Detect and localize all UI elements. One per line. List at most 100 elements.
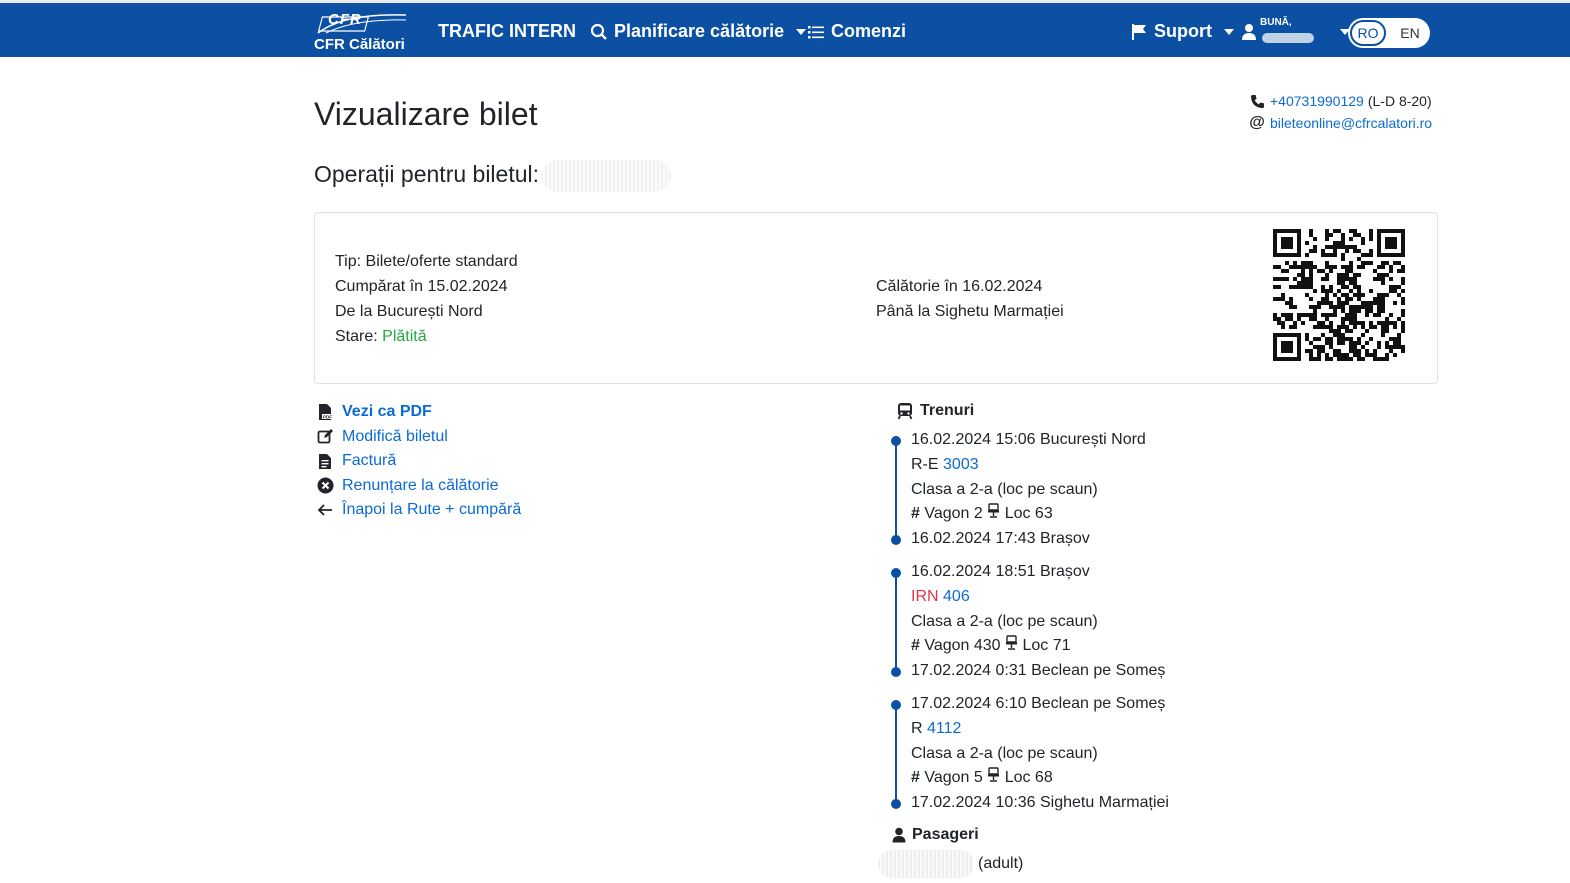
action-view-pdf[interactable]: PDF Vezi ca PDF	[316, 400, 521, 425]
timeline-dot-depart	[891, 568, 901, 578]
action-invoice[interactable]: Factură	[316, 449, 521, 474]
ticket-details-left: Tip: Bilete/oferte standard Cumpărat în …	[335, 249, 518, 349]
svg-text:PDF: PDF	[323, 415, 332, 420]
ticket-from: De la București Nord	[335, 303, 483, 320]
chevron-down-icon	[796, 28, 807, 35]
leg-seat-number: Loc 68	[1004, 769, 1053, 787]
nav-planificare-dropdown[interactable]: Planificare călătorie	[590, 21, 807, 42]
nav-suport-dropdown[interactable]: Suport	[1130, 21, 1234, 42]
action-invoice-label[interactable]: Factură	[342, 449, 396, 474]
train-icon	[896, 402, 914, 420]
timeline-dot-arrive	[891, 535, 901, 545]
train-number-link[interactable]: 3003	[943, 456, 979, 473]
leg-wagon: Vagon 430	[924, 637, 1001, 655]
leg-class: Clasa a 2-a (loc pe scaun)	[911, 612, 1098, 630]
username-redacted	[1262, 33, 1314, 43]
nav-trafic-label: TRAFIC INTERN	[438, 21, 576, 41]
timeline-dot-arrive	[891, 667, 901, 677]
invoice-icon	[316, 452, 334, 470]
seat-icon	[987, 503, 1000, 522]
timeline-dot-depart	[891, 700, 901, 710]
nav-trafic-intern[interactable]: TRAFIC INTERN	[438, 21, 576, 42]
timeline-line	[895, 705, 897, 805]
timeline-line	[895, 441, 897, 541]
train-leg-3: 17.02.2024 6:10 Beclean pe Someș R 4112 …	[888, 692, 1288, 816]
leg-seat: # Vagon 430 Loc 71	[911, 634, 1165, 659]
timeline-dot-depart	[891, 436, 901, 446]
passenger-row: (adult)	[878, 850, 1023, 878]
leg-arrive: 17.02.2024 10:36 Sighetu Marmației	[911, 794, 1169, 812]
ticket-to: Până la Sighetu Marmației	[876, 303, 1064, 320]
ticket-actions: PDF Vezi ca PDF Modifică biletul Factură…	[316, 400, 521, 523]
ticket-purchased: Cumpărat în 15.02.2024	[335, 278, 508, 295]
arrow-left-icon	[316, 501, 334, 519]
action-back-label[interactable]: Înapoi la Rute + cumpără	[342, 498, 521, 523]
status-badge: Plătită	[382, 328, 427, 345]
train-category: R-E	[911, 455, 939, 473]
user-icon	[1240, 23, 1258, 41]
train-number-link[interactable]: 406	[943, 588, 970, 605]
leg-depart: 17.02.2024 6:10 Beclean pe Someș	[911, 695, 1166, 712]
train-category: R	[911, 719, 923, 737]
status-label: Stare:	[335, 328, 383, 345]
action-view-pdf-label[interactable]: Vezi ca PDF	[342, 400, 432, 425]
train-leg-2: 16.02.2024 18:51 Brașov IRN 406 Clasa a …	[888, 560, 1288, 684]
leg-details: 17.02.2024 6:10 Beclean pe Someș R 4112 …	[911, 692, 1169, 816]
lang-en-button[interactable]: EN	[1396, 20, 1424, 46]
language-toggle[interactable]: RO EN	[1348, 18, 1430, 48]
ticket-card: Tip: Bilete/oferte standard Cumpărat în …	[314, 212, 1438, 384]
train-number-link[interactable]: 4112	[927, 720, 961, 737]
passengers-title-text: Pasageri	[912, 826, 979, 843]
nav-comenzi[interactable]: Comenzi	[807, 21, 906, 42]
page-subtitle: Operații pentru biletul:	[314, 160, 672, 192]
leg-wagon: Vagon 2	[924, 505, 983, 523]
leg-class: Clasa a 2-a (loc pe scaun)	[911, 744, 1098, 762]
leg-class: Clasa a 2-a (loc pe scaun)	[911, 480, 1098, 498]
action-cancel-label[interactable]: Renunțare la călătorie	[342, 474, 499, 499]
at-icon: @	[1249, 114, 1265, 131]
nav-suport-label: Suport	[1154, 21, 1212, 41]
lang-ro-button[interactable]: RO	[1350, 20, 1386, 46]
leg-seat-number: Loc 63	[1004, 505, 1053, 523]
action-modify-ticket[interactable]: Modifică biletul	[316, 425, 521, 450]
ticket-details-right: Călătorie în 16.02.2024 Până la Sighetu …	[876, 274, 1064, 324]
leg-arrive: 17.02.2024 0:31 Beclean pe Someș	[911, 662, 1166, 680]
trains-title-text: Trenuri	[920, 402, 975, 419]
user-greeting: BUNĂ,	[1260, 17, 1292, 28]
cfr-logo[interactable]: CFR CFR Călători	[314, 11, 410, 55]
nav-comenzi-label: Comenzi	[831, 21, 907, 41]
ticket-status: Stare: Plătită	[335, 324, 518, 349]
leg-arrive: 16.02.2024 17:43 Brașov	[911, 530, 1090, 548]
leg-wagon: Vagon 5	[924, 769, 983, 787]
subtitle-text: Operații pentru biletul:	[314, 161, 540, 188]
action-back-to-routes[interactable]: Înapoi la Rute + cumpără	[316, 498, 521, 523]
pdf-icon: PDF	[316, 403, 334, 421]
ticket-type: Tip: Bilete/oferte standard	[335, 253, 518, 270]
leg-train: R-E 3003	[911, 453, 1146, 478]
list-icon	[807, 23, 825, 41]
top-navbar: CFR CFR Călători TRAFIC INTERN Planifica…	[0, 0, 1570, 57]
leg-details: 16.02.2024 15:06 București Nord R-E 3003…	[911, 428, 1146, 552]
phone-link[interactable]: +40731990129	[1270, 90, 1364, 112]
seat-icon	[1005, 635, 1018, 654]
ticket-travel-date: Călătorie în 16.02.2024	[876, 278, 1043, 295]
train-leg-1: 16.02.2024 15:06 București Nord R-E 3003…	[888, 428, 1288, 552]
seat-icon	[987, 767, 1000, 786]
flag-icon	[1130, 23, 1148, 41]
logo-abbr: CFR	[328, 11, 362, 28]
page-title: Vizualizare bilet	[314, 96, 538, 132]
action-modify-label[interactable]: Modifică biletul	[342, 425, 448, 450]
leg-seat-number: Loc 71	[1022, 637, 1071, 655]
timeline-dot-arrive	[891, 799, 901, 809]
hash-icon: #	[911, 637, 920, 655]
edit-icon	[316, 428, 334, 446]
phone-icon	[1248, 92, 1266, 110]
leg-train: R 4112	[911, 717, 1169, 742]
phone-hours: (L-D 8-20)	[1367, 93, 1432, 109]
logo-name: CFR Călători	[314, 36, 405, 53]
action-cancel-trip[interactable]: Renunțare la călătorie	[316, 474, 521, 499]
cancel-circle-icon	[316, 477, 334, 495]
email-link[interactable]: bileteonline@cfrcalatori.ro	[1270, 112, 1432, 134]
leg-depart: 16.02.2024 15:06 București Nord	[911, 431, 1146, 448]
ticket-number-redacted	[541, 160, 672, 192]
